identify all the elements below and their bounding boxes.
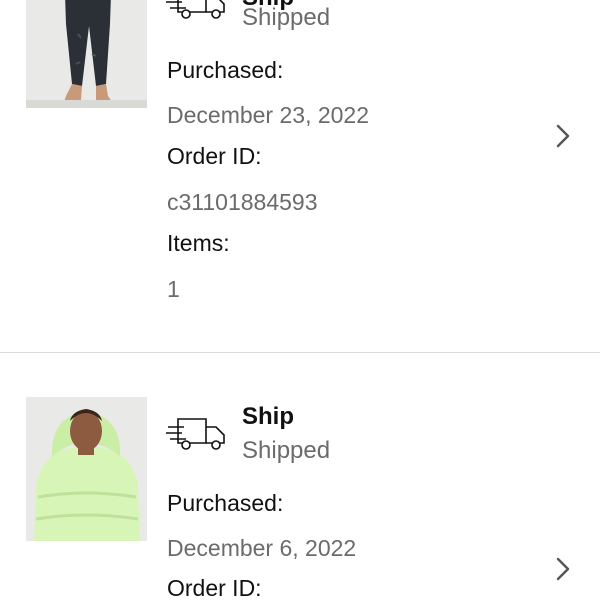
- delivery-truck-icon: [166, 413, 228, 451]
- puffer-jacket-image: [26, 397, 147, 541]
- jogger-pants-image: [26, 0, 147, 108]
- order-id-label: Order ID:: [167, 575, 262, 600]
- delivery-truck-icon: [166, 0, 228, 20]
- chevron-right-icon[interactable]: [552, 555, 574, 583]
- product-thumbnail: [26, 397, 147, 541]
- shipment-title: Ship: [242, 403, 294, 430]
- purchased-label: Purchased:: [167, 57, 284, 83]
- chevron-right-icon[interactable]: [552, 122, 574, 150]
- product-thumbnail: [26, 0, 147, 108]
- purchased-date: December 23, 2022: [167, 102, 370, 128]
- items-count: 1: [167, 276, 180, 302]
- items-label: Items:: [167, 230, 230, 256]
- shipment-status: Shipped: [242, 437, 331, 464]
- order-card[interactable]: Ship Shipped Purchased: December 6, 2022…: [0, 353, 600, 600]
- order-id-label: Order ID:: [167, 143, 262, 169]
- order-card[interactable]: Ship Shipped Purchased: December 23, 202…: [0, 0, 600, 352]
- purchased-label: Purchased:: [167, 490, 284, 516]
- shipment-status: Shipped: [242, 4, 331, 31]
- order-id-value: c31101884593: [167, 189, 318, 215]
- purchased-date: December 6, 2022: [167, 535, 357, 561]
- order-history-list: Ship Shipped Purchased: December 23, 202…: [0, 0, 600, 600]
